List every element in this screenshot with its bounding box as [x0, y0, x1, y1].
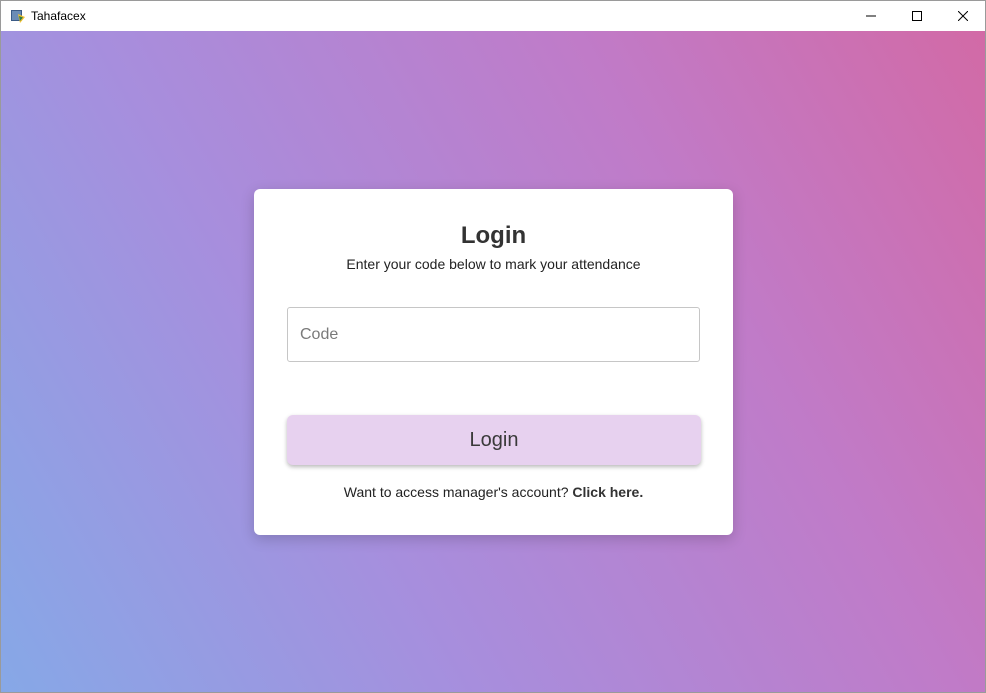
code-input[interactable] [287, 307, 700, 362]
python-feather-icon [10, 8, 26, 24]
login-card: Login Enter your code below to mark your… [254, 189, 733, 535]
close-button[interactable] [940, 1, 986, 31]
login-title: Login [460, 222, 527, 249]
manager-click-here-link[interactable]: Click here. [572, 484, 643, 500]
login-subtitle: Enter your code below to mark your atten… [346, 256, 641, 272]
app-window: Tahafacex Login Enter your code below to… [0, 0, 986, 693]
manager-access-line: Want to access manager's account? Click … [254, 484, 733, 500]
minimize-icon [866, 11, 876, 21]
close-icon [958, 11, 968, 21]
maximize-button[interactable] [894, 1, 940, 31]
title-bar[interactable]: Tahafacex [1, 1, 985, 31]
maximize-icon [912, 11, 922, 21]
gradient-background: Login Enter your code below to mark your… [1, 31, 985, 692]
minimize-button[interactable] [848, 1, 894, 31]
manager-prompt-text: Want to access manager's account? [343, 484, 569, 500]
window-title: Tahafacex [31, 9, 86, 23]
login-button[interactable]: Login [287, 415, 701, 465]
